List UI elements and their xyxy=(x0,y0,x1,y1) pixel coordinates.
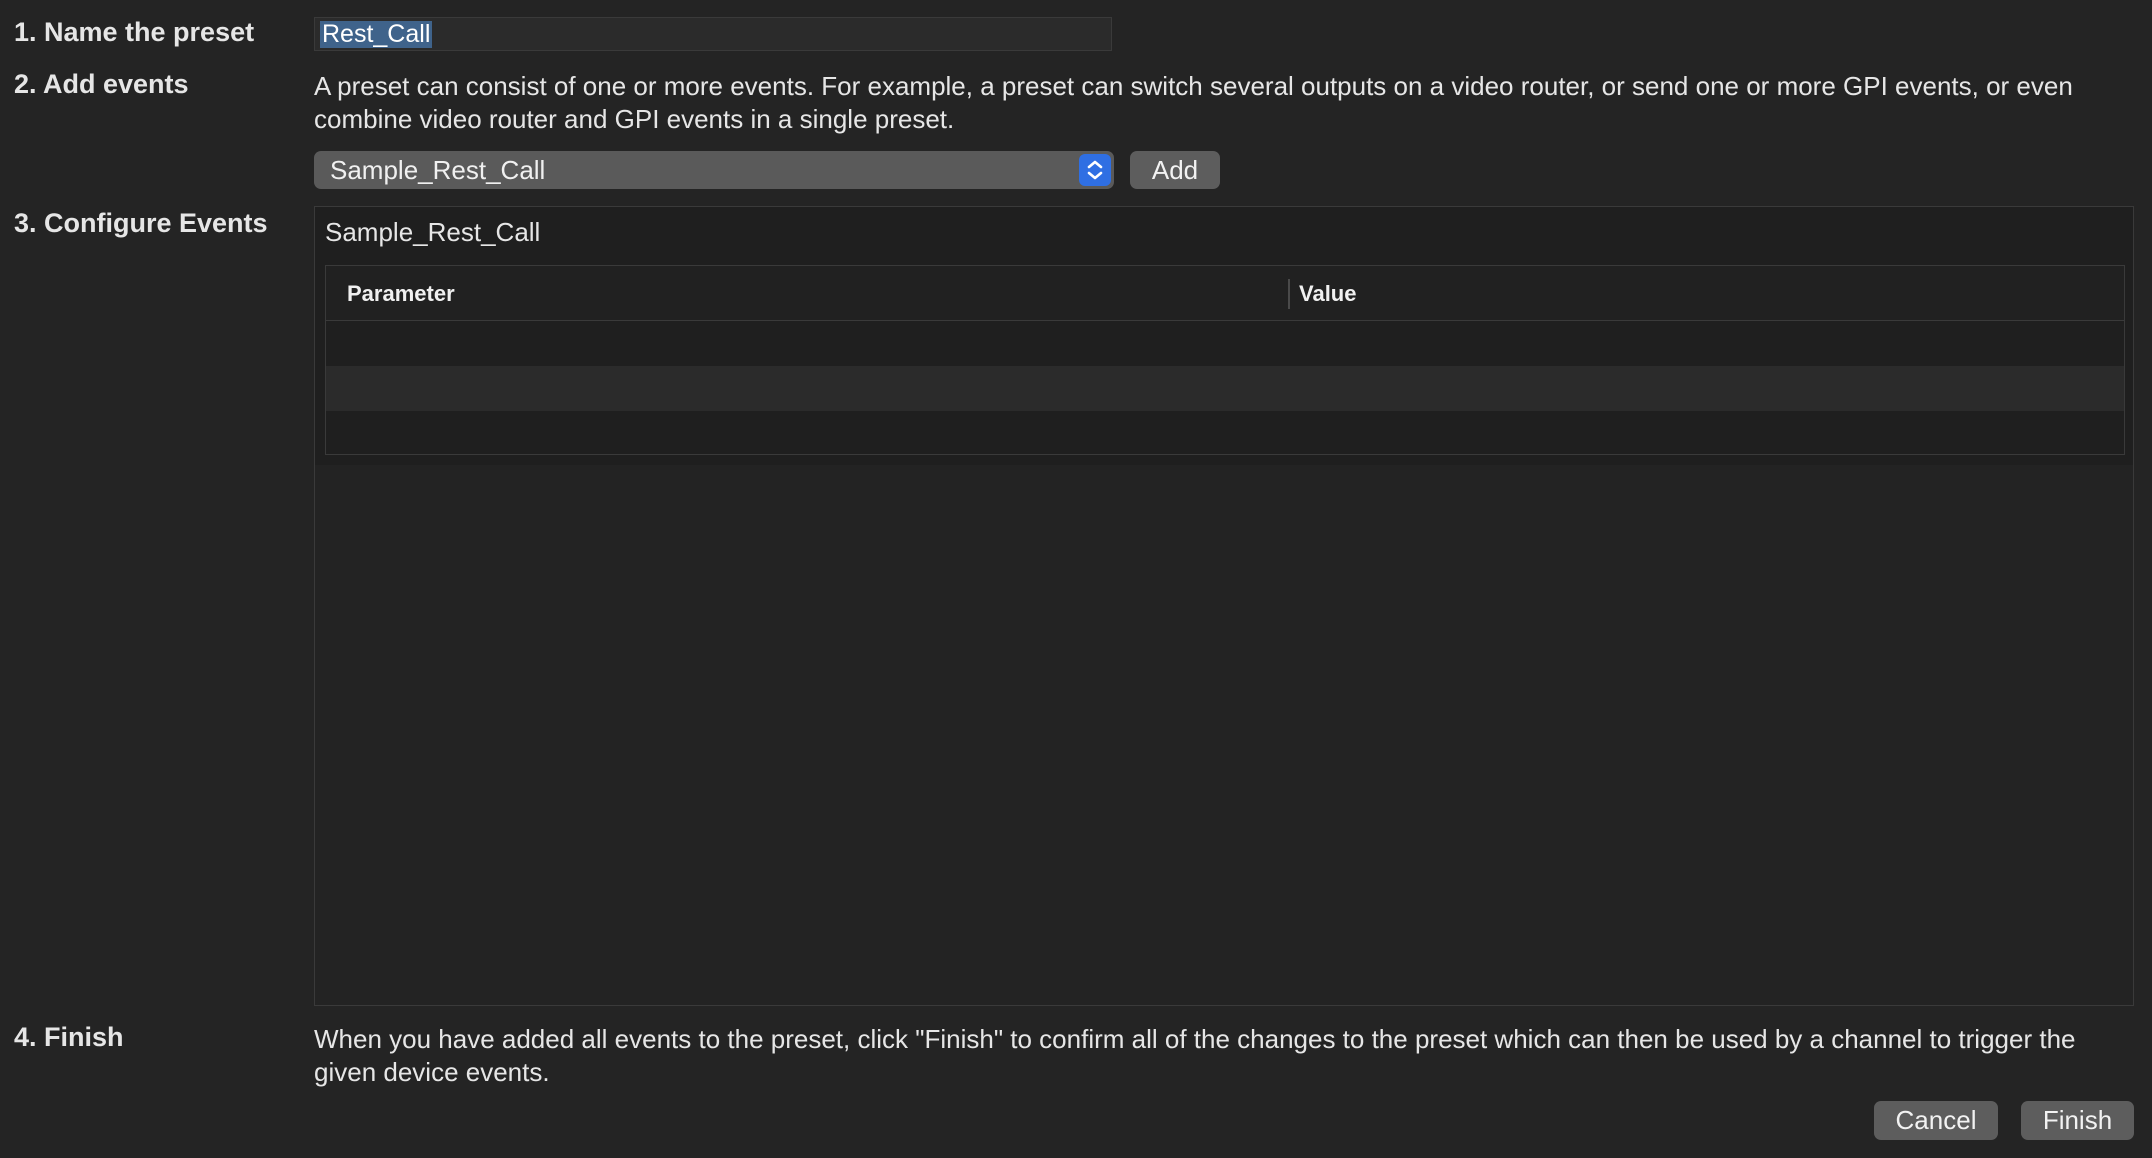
preset-name-input[interactable]: Rest_Call xyxy=(314,17,1112,51)
finish-button[interactable]: Finish xyxy=(2021,1101,2134,1140)
event-select-value: Sample_Rest_Call xyxy=(330,155,546,185)
step-configure-label: 3. Configure Events xyxy=(14,208,268,238)
column-header-parameter[interactable]: Parameter xyxy=(347,266,455,321)
step-add-label: 2. Add events xyxy=(14,69,189,99)
table-row[interactable] xyxy=(326,321,2124,366)
step-name-label: 1. Name the preset xyxy=(14,17,255,47)
table-row[interactable] xyxy=(326,366,2124,411)
preset-name-value: Rest_Call xyxy=(320,20,433,48)
table-header: Parameter Value xyxy=(326,266,2124,321)
event-select-dropdown[interactable]: Sample_Rest_Call xyxy=(314,151,1114,189)
column-divider[interactable] xyxy=(1288,279,1290,309)
table-row[interactable] xyxy=(326,411,2124,454)
configure-events-panel: Sample_Rest_Call Parameter Value xyxy=(314,206,2134,1006)
event-title: Sample_Rest_Call xyxy=(325,217,541,247)
step-finish-label: 4. Finish xyxy=(14,1022,124,1052)
event-section: Sample_Rest_Call Parameter Value xyxy=(315,207,2133,465)
cancel-button[interactable]: Cancel xyxy=(1874,1101,1998,1140)
parameter-table: Parameter Value xyxy=(325,265,2125,455)
preset-wizard: 1. Name the preset Rest_Call 2. Add even… xyxy=(0,0,2152,1158)
finish-description: When you have added all events to the pr… xyxy=(314,1024,2076,1087)
up-down-chevron-icon[interactable] xyxy=(1079,154,1111,186)
add-button[interactable]: Add xyxy=(1130,151,1220,189)
column-header-value[interactable]: Value xyxy=(1299,266,1356,321)
add-events-description: A preset can consist of one or more even… xyxy=(314,71,2073,134)
